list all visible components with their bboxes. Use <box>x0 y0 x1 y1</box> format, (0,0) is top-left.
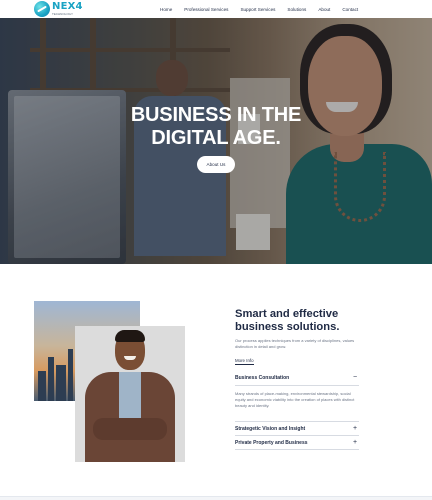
divider <box>235 421 359 422</box>
plus-icon[interactable]: + <box>351 425 359 432</box>
section-title: Smart and effective business solutions. <box>235 308 340 333</box>
accordion-body: Many strands of place-making, environmen… <box>235 391 355 408</box>
plus-icon[interactable]: + <box>351 439 359 446</box>
top-navbar: NEX4 TECHNOLOGY Home Professional Servic… <box>0 0 432 18</box>
about-us-button[interactable]: About Us <box>197 156 235 173</box>
more-info-link[interactable]: More Info <box>235 358 254 365</box>
section-description: Our process applies techniques from a va… <box>235 338 355 349</box>
nav-support-services[interactable]: Support Services <box>240 7 275 12</box>
divider <box>235 435 359 436</box>
accordion-title: Business Consultation <box>235 374 290 381</box>
nav-about[interactable]: About <box>318 7 330 12</box>
divider <box>235 449 359 450</box>
brand-tagline: TECHNOLOGY <box>52 12 74 16</box>
accordion-title: Strategetic Vision and Insight <box>235 425 306 432</box>
brand-logo[interactable]: NEX4 TECHNOLOGY <box>34 1 83 17</box>
accordion-item-business-consultation[interactable]: Business Consultation − <box>235 372 359 383</box>
brand-name: NEX4 <box>52 1 83 12</box>
main-menu: Home Professional Services Support Servi… <box>160 0 358 18</box>
divider <box>235 385 359 386</box>
hero-title: BUSINESS IN THE DIGITAL AGE. <box>130 104 302 149</box>
accordion-title: Private Property and Business <box>235 439 308 446</box>
logo-icon <box>34 1 50 17</box>
hero-banner: BUSINESS IN THE DIGITAL AGE. About Us <box>0 18 432 264</box>
accordion-item-strategic-vision[interactable]: Strategetic Vision and Insight + <box>235 423 359 434</box>
nav-home[interactable]: Home <box>160 7 172 12</box>
portrait-image <box>75 326 185 462</box>
nav-professional-services[interactable]: Professional Services <box>184 7 228 12</box>
nav-solutions[interactable]: Solutions <box>287 7 306 12</box>
minus-icon[interactable]: − <box>351 374 359 381</box>
nav-contact[interactable]: Contact <box>342 7 358 12</box>
footer-edge <box>0 496 432 500</box>
accordion-item-private-property[interactable]: Private Property and Business + <box>235 437 359 448</box>
